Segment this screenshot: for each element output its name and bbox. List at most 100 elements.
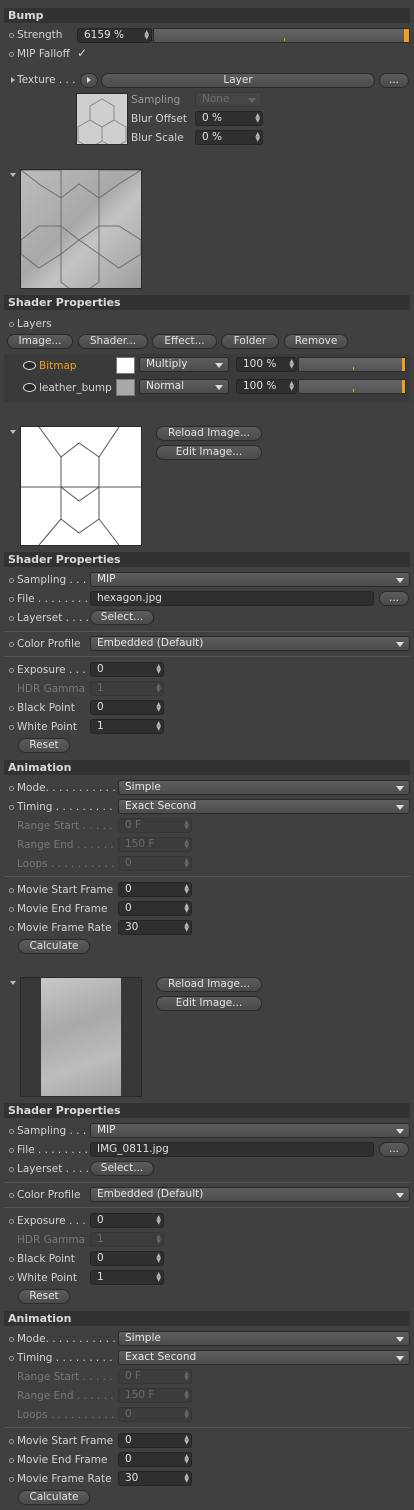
add-shader-button[interactable]: Shader... xyxy=(78,334,148,349)
edit-image-button[interactable]: Edit Image... xyxy=(156,445,262,460)
eye-icon[interactable] xyxy=(23,383,36,392)
keyframe-dot[interactable] xyxy=(9,1219,14,1224)
white-point-field[interactable]: 1 ▲ ▼ xyxy=(90,719,164,734)
keyframe-dot[interactable] xyxy=(9,642,14,647)
keyframe-dot[interactable] xyxy=(9,597,14,602)
opacity-field[interactable]: 100 % ▲ ▼ xyxy=(236,379,297,394)
keyframe-dot[interactable] xyxy=(9,805,14,810)
stepper-icon[interactable]: ▲ ▼ xyxy=(184,903,189,914)
animation-header[interactable]: Animation xyxy=(4,760,410,775)
keyframe-dot[interactable] xyxy=(9,578,14,583)
exposure-field[interactable]: 0 ▲ ▼ xyxy=(90,662,164,677)
texture-expand-icon[interactable] xyxy=(11,77,15,83)
strength-keyframe-dot[interactable] xyxy=(9,33,14,38)
stepper-icon[interactable]: ▲ ▼ xyxy=(289,381,294,392)
reset-button[interactable]: Reset xyxy=(18,738,70,753)
preview-collapse-icon[interactable] xyxy=(10,173,16,177)
add-folder-button[interactable]: Folder xyxy=(221,334,279,349)
file-path-input[interactable]: hexagon.jpg xyxy=(90,591,374,606)
file-browse-button[interactable]: ... xyxy=(379,591,409,606)
file-browse-button[interactable]: ... xyxy=(379,1142,409,1157)
layer-shader-properties-header[interactable]: Shader Properties xyxy=(4,295,410,310)
eye-icon[interactable] xyxy=(23,361,36,370)
file-path-input[interactable]: IMG_0811.jpg xyxy=(90,1142,374,1157)
layerset-select-button[interactable]: Select... xyxy=(90,610,154,625)
opacity-slider[interactable] xyxy=(298,357,406,372)
mode-dropdown[interactable]: Simple xyxy=(118,1331,410,1346)
bitmap2-shader-properties-header[interactable]: Shader Properties xyxy=(4,1103,410,1118)
stepper-icon[interactable]: ▲ ▼ xyxy=(156,664,161,675)
remove-layer-button[interactable]: Remove xyxy=(284,334,348,349)
timing-dropdown[interactable]: Exact Second xyxy=(118,1350,410,1365)
keyframe-dot[interactable] xyxy=(9,1167,14,1172)
keyframe-dot[interactable] xyxy=(9,1356,14,1361)
movie-start-frame-field[interactable]: 0 ▲ ▼ xyxy=(118,1433,192,1448)
white-point-field[interactable]: 1 ▲ ▼ xyxy=(90,1270,164,1285)
slider-knob[interactable] xyxy=(402,380,405,393)
keyframe-dot[interactable] xyxy=(9,888,14,893)
mode-dropdown[interactable]: Simple xyxy=(118,780,410,795)
movie-end-frame-field[interactable]: 0 ▲ ▼ xyxy=(118,901,192,916)
add-effect-button[interactable]: Effect... xyxy=(152,334,217,349)
stepper-icon[interactable]: ▲ ▼ xyxy=(255,132,260,143)
strength-field[interactable]: 6159 % ▲ ▼ xyxy=(77,28,152,43)
keyframe-dot[interactable] xyxy=(9,1193,14,1198)
reset-button[interactable]: Reset xyxy=(18,1289,70,1304)
add-image-button[interactable]: Image... xyxy=(7,334,73,349)
stepper-icon[interactable]: ▲ ▼ xyxy=(144,30,149,41)
keyframe-dot[interactable] xyxy=(9,1148,14,1153)
keyframe-dot[interactable] xyxy=(9,1477,14,1482)
stepper-icon[interactable]: ▲ ▼ xyxy=(184,1473,189,1484)
keyframe-dot[interactable] xyxy=(9,725,14,730)
keyframe-dot[interactable] xyxy=(9,926,14,931)
blur-scale-field[interactable]: 0 % ▲ ▼ xyxy=(195,130,263,145)
blend-mode-dropdown[interactable]: Multiply xyxy=(139,357,229,372)
layerset-select-button[interactable]: Select... xyxy=(90,1161,154,1176)
keyframe-dot[interactable] xyxy=(9,1276,14,1281)
sampling-dropdown[interactable]: MIP xyxy=(90,1123,410,1138)
keyframe-dot[interactable] xyxy=(9,1129,14,1134)
reload-image-button[interactable]: Reload Image... xyxy=(156,977,262,992)
preview-collapse-icon[interactable] xyxy=(10,430,16,434)
black-point-field[interactable]: 0 ▲ ▼ xyxy=(90,700,164,715)
keyframe-dot[interactable] xyxy=(9,1458,14,1463)
blur-offset-field[interactable]: 0 % ▲ ▼ xyxy=(195,111,263,126)
layer-name-leather-bump[interactable]: leather_bump xyxy=(39,381,112,395)
texture-more-button[interactable]: ... xyxy=(379,73,409,88)
color-profile-dropdown[interactable]: Embedded (Default) xyxy=(90,636,410,651)
keyframe-dot[interactable] xyxy=(9,786,14,791)
sampling-dropdown[interactable]: MIP xyxy=(90,572,410,587)
movie-start-frame-field[interactable]: 0 ▲ ▼ xyxy=(118,882,192,897)
calculate-button[interactable]: Calculate xyxy=(18,1490,90,1505)
slider-knob[interactable] xyxy=(402,358,405,371)
timing-dropdown[interactable]: Exact Second xyxy=(118,799,410,814)
stepper-icon[interactable]: ▲ ▼ xyxy=(184,922,189,933)
keyframe-dot[interactable] xyxy=(9,706,14,711)
stepper-icon[interactable]: ▲ ▼ xyxy=(184,1435,189,1446)
layers-keyframe-dot[interactable] xyxy=(9,322,14,327)
blend-mode-dropdown[interactable]: Normal xyxy=(139,379,229,394)
layer-name-bitmap[interactable]: Bitmap xyxy=(39,359,77,373)
texture-shader-button[interactable]: Layer xyxy=(101,73,375,88)
keyframe-dot[interactable] xyxy=(9,1257,14,1262)
movie-frame-rate-field[interactable]: 30 ▲ ▼ xyxy=(118,920,192,935)
opacity-field[interactable]: 100 % ▲ ▼ xyxy=(236,357,297,372)
stepper-icon[interactable]: ▲ ▼ xyxy=(156,1215,161,1226)
keyframe-dot[interactable] xyxy=(9,907,14,912)
color-profile-dropdown[interactable]: Embedded (Default) xyxy=(90,1187,410,1202)
exposure-field[interactable]: 0 ▲ ▼ xyxy=(90,1213,164,1228)
stepper-icon[interactable]: ▲ ▼ xyxy=(184,1454,189,1465)
mip-falloff-keyframe-dot[interactable] xyxy=(9,52,14,57)
movie-end-frame-field[interactable]: 0 ▲ ▼ xyxy=(118,1452,192,1467)
keyframe-dot[interactable] xyxy=(9,668,14,673)
sampling-dropdown[interactable]: None xyxy=(195,92,262,107)
stepper-icon[interactable]: ▲ ▼ xyxy=(156,1253,161,1264)
keyframe-dot[interactable] xyxy=(9,616,14,621)
black-point-field[interactable]: 0 ▲ ▼ xyxy=(90,1251,164,1266)
preview-collapse-icon[interactable] xyxy=(10,981,16,985)
stepper-icon[interactable]: ▲ ▼ xyxy=(156,721,161,732)
reload-image-button[interactable]: Reload Image... xyxy=(156,426,262,441)
stepper-icon[interactable]: ▲ ▼ xyxy=(156,702,161,713)
mip-falloff-checkbox[interactable]: ✓ xyxy=(77,46,87,60)
bump-section-header[interactable]: Bump xyxy=(4,8,410,23)
